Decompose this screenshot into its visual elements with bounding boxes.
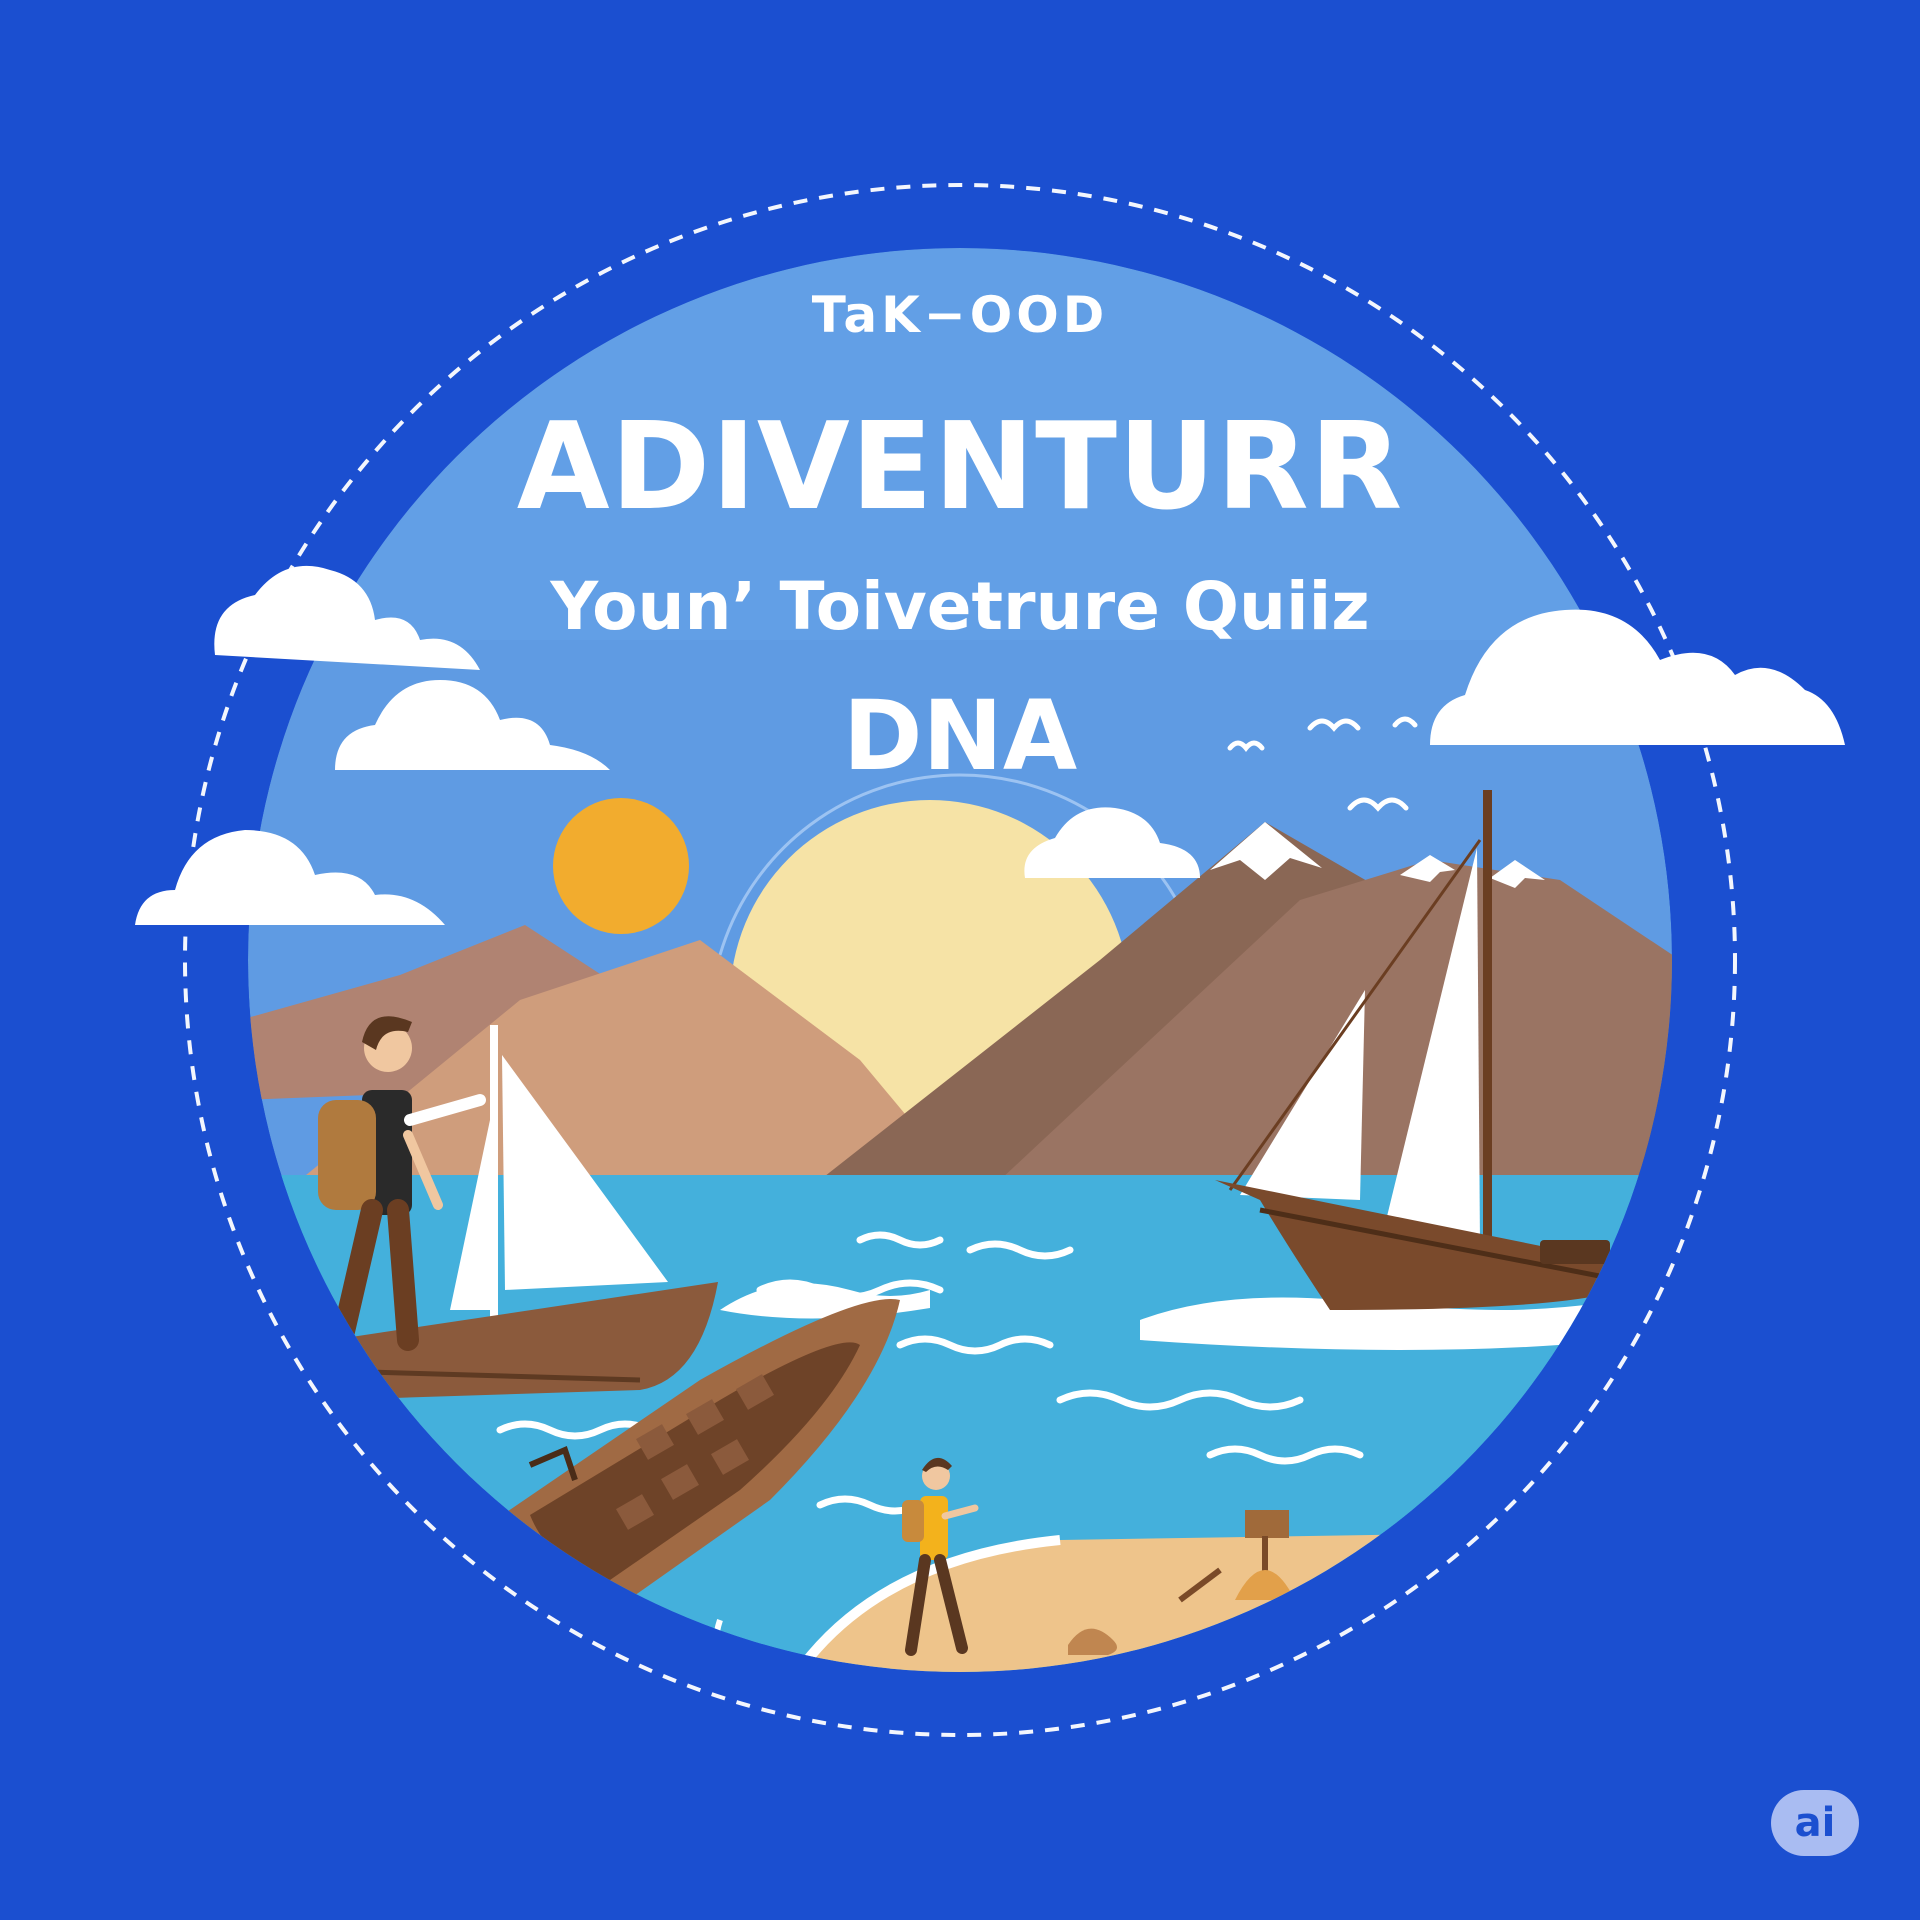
tagline: DNA	[842, 680, 1078, 792]
sun-icon	[553, 798, 689, 934]
page-title: ADIVENTURR	[516, 398, 1404, 537]
kicker-text: TaK−OOD	[811, 286, 1109, 344]
poster: TaK−OOD ADIVENTURR Younʼ Toivetrure Quii…	[0, 0, 1920, 1920]
subtitle: Younʼ Toivetrure Quiiz	[550, 568, 1370, 645]
ai-badge: ai	[1771, 1790, 1859, 1856]
beach-sign	[1245, 1510, 1289, 1538]
